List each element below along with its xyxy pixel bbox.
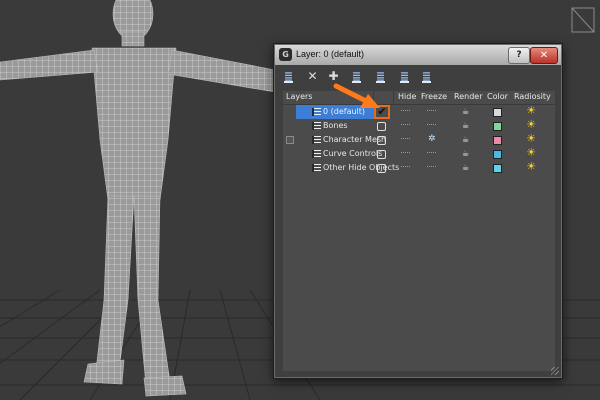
radiosity-sun-icon[interactable]: ☀: [524, 104, 538, 118]
layer-stack-icon: [312, 150, 321, 158]
layer-row[interactable]: Curve Controls ☕ ☀: [283, 146, 555, 161]
render-teapot-icon[interactable]: ☕: [462, 135, 471, 144]
current-layer-checkbox[interactable]: [377, 150, 386, 159]
hide-toggle[interactable]: [401, 110, 410, 113]
layer-name-cell[interactable]: Curve Controls: [296, 147, 382, 161]
layer-name-cell[interactable]: Character Mesh: [296, 133, 386, 147]
hide-toggle[interactable]: [401, 138, 410, 141]
current-layer-checkbox[interactable]: [377, 136, 386, 145]
column-radiosity[interactable]: Radiosity: [514, 92, 551, 101]
title-bar[interactable]: G Layer: 0 (default) ? ✕: [275, 45, 561, 65]
freeze-toggle[interactable]: [427, 110, 436, 113]
radiosity-sun-icon[interactable]: ☀: [524, 146, 538, 160]
radiosity-sun-icon[interactable]: ☀: [524, 118, 538, 132]
freeze-toggle[interactable]: [427, 166, 436, 169]
viewport-gizmo: [571, 7, 595, 33]
layer-row[interactable]: Character Mesh ✲ ☕ ☀: [283, 132, 555, 147]
hide-toggle[interactable]: [401, 124, 410, 127]
render-teapot-icon[interactable]: ☕: [462, 107, 471, 116]
layer-color-swatch[interactable]: [493, 108, 502, 117]
layer-stack-icon: [312, 136, 321, 144]
close-button[interactable]: ✕: [530, 47, 558, 64]
column-hide[interactable]: Hide: [398, 92, 416, 101]
add-to-layer-icon[interactable]: ✚: [325, 68, 342, 85]
resize-grip[interactable]: [551, 367, 559, 375]
current-layer-checkmark-icon[interactable]: ✔: [374, 105, 390, 119]
delete-layer-icon[interactable]: ✕: [304, 68, 321, 85]
freeze-snowflake-icon[interactable]: ✲: [428, 134, 436, 144]
column-divider[interactable]: [393, 91, 394, 104]
hide-toggle[interactable]: [401, 166, 410, 169]
layer-manager-window[interactable]: G Layer: 0 (default) ? ✕ ≣ ✕ ✚ ≣ ≣ ≣ ≣ L…: [273, 43, 563, 379]
layer-row[interactable]: Other Hide Objects ☕ ☀: [283, 160, 555, 175]
character-mesh[interactable]: [0, 0, 276, 397]
layer-stack-icon: [312, 164, 321, 172]
layer-name: Bones: [323, 121, 348, 130]
layer-name: Other Hide Objects: [323, 163, 400, 172]
highlight-layer-icon[interactable]: ≣: [372, 68, 389, 85]
layer-color-swatch[interactable]: [493, 150, 502, 159]
hide-toggle[interactable]: [401, 152, 410, 155]
render-teapot-icon[interactable]: ☕: [462, 163, 471, 172]
freeze-toggle[interactable]: [427, 152, 436, 155]
current-layer-checkbox[interactable]: [377, 164, 386, 173]
layer-name-cell[interactable]: Bones: [296, 119, 376, 133]
layer-row[interactable]: 0 (default) ✔ ☕ ☀: [283, 104, 555, 119]
column-divider[interactable]: [373, 91, 374, 104]
radiosity-sun-icon[interactable]: ☀: [524, 160, 538, 174]
layer-name-cell[interactable]: Other Hide Objects: [296, 161, 399, 175]
layers-table[interactable]: Layers Hide Freeze Render Color Radiosit…: [283, 91, 555, 371]
layer-color-swatch[interactable]: [493, 164, 502, 173]
layer-stack-icon: [312, 122, 321, 130]
column-color[interactable]: Color: [487, 92, 508, 101]
current-layer-checkbox[interactable]: [377, 122, 386, 131]
layer-name: 0 (default): [323, 107, 366, 116]
select-in-layer-icon[interactable]: ≣: [348, 68, 365, 85]
expand-toggle-icon[interactable]: [286, 136, 294, 144]
create-layer-icon[interactable]: ≣: [280, 68, 297, 85]
layer-stack-icon: [312, 108, 321, 116]
column-render[interactable]: Render: [454, 92, 482, 101]
radiosity-sun-icon[interactable]: ☀: [524, 132, 538, 146]
layer-color-swatch[interactable]: [493, 136, 502, 145]
app-logo-icon: G: [279, 48, 292, 61]
hide-all-layers-icon[interactable]: ≣: [396, 68, 413, 85]
column-layers[interactable]: Layers: [286, 92, 312, 101]
help-button[interactable]: ?: [508, 47, 530, 64]
column-freeze[interactable]: Freeze: [421, 92, 447, 101]
layer-name-cell[interactable]: 0 (default): [296, 105, 376, 119]
freeze-toggle[interactable]: [427, 124, 436, 127]
layer-name: Curve Controls: [323, 149, 383, 158]
render-teapot-icon[interactable]: ☕: [462, 121, 471, 130]
freeze-all-layers-icon[interactable]: ≣: [418, 68, 435, 85]
window-title: Layer: 0 (default): [296, 49, 365, 59]
layer-row[interactable]: Bones ☕ ☀: [283, 118, 555, 133]
layer-color-swatch[interactable]: [493, 122, 502, 131]
layers-table-header: Layers Hide Freeze Render Color Radiosit…: [283, 91, 555, 105]
render-teapot-icon[interactable]: ☕: [462, 149, 471, 158]
